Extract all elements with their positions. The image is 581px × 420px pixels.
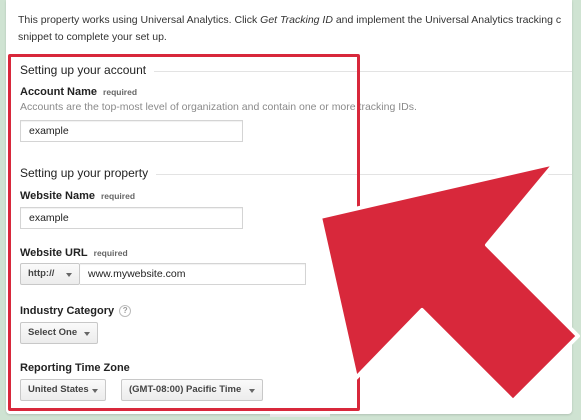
website-url-required: required xyxy=(93,248,128,258)
website-name-label: Website Name required xyxy=(20,190,135,202)
get-tracking-id-link[interactable]: Get Tracking ID xyxy=(260,14,333,26)
industry-category-label: Industry Category? xyxy=(20,305,132,317)
chevron-down-icon xyxy=(92,389,98,393)
intro-text: This property works using Universal Anal… xyxy=(18,12,572,46)
account-section-heading: Setting up your account xyxy=(20,63,155,77)
reporting-time-zone-label: Reporting Time Zone xyxy=(20,362,130,374)
website-name-input[interactable]: example xyxy=(20,207,243,229)
website-url-label: Website URL required xyxy=(20,247,128,259)
form-panel: This property works using Universal Anal… xyxy=(6,0,572,414)
website-name-required: required xyxy=(101,191,136,201)
website-url-input[interactable]: www.mywebsite.com xyxy=(80,263,306,285)
website-url-label-text: Website URL xyxy=(20,247,88,259)
industry-category-label-text: Industry Category xyxy=(20,305,115,317)
time-zone-value: (GMT-08:00) Pacific Time xyxy=(129,384,242,395)
intro-line2: snippet to complete your set up. xyxy=(18,31,167,43)
time-zone-select[interactable]: (GMT-08:00) Pacific Time xyxy=(121,379,263,401)
website-name-label-text: Website Name xyxy=(20,190,95,202)
url-protocol-value: http:// xyxy=(28,268,55,279)
intro-line1-prefix: This property works using Universal Anal… xyxy=(18,14,261,26)
account-name-label-text: Account Name xyxy=(20,86,98,98)
account-name-required: required xyxy=(103,87,138,97)
chevron-down-icon xyxy=(249,389,255,393)
url-protocol-select[interactable]: http:// xyxy=(20,263,80,285)
account-name-input[interactable]: example xyxy=(20,120,243,142)
account-name-description: Accounts are the top-most level of organ… xyxy=(20,101,417,113)
scroll-edge xyxy=(270,414,330,417)
chevron-down-icon xyxy=(66,273,72,277)
intro-line1-suffix: and implement the Universal Analytics tr… xyxy=(332,14,562,26)
industry-category-value: Select One xyxy=(28,327,78,338)
time-zone-country-value: United States xyxy=(28,384,89,395)
chevron-down-icon xyxy=(84,332,90,336)
account-name-label: Account Name required xyxy=(20,86,137,98)
time-zone-country-select[interactable]: United States xyxy=(20,379,106,401)
property-section-heading: Setting up your property xyxy=(20,166,157,180)
help-icon[interactable]: ? xyxy=(119,305,132,317)
industry-category-select[interactable]: Select One xyxy=(20,322,98,344)
